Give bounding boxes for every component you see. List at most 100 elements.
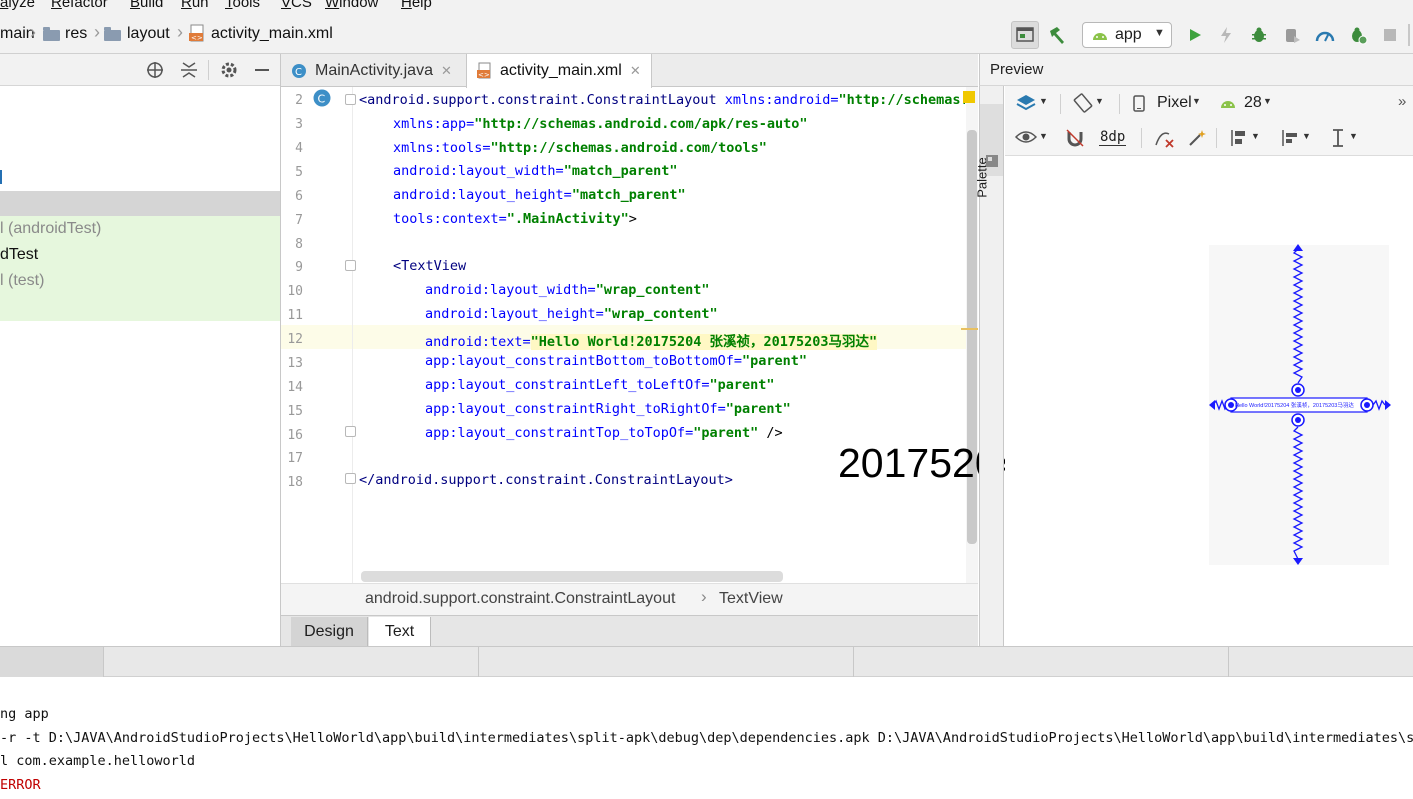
tab-divider xyxy=(103,647,104,677)
api-level-selector[interactable]: 28 xyxy=(1244,94,1262,112)
make-project-button[interactable] xyxy=(1043,21,1071,49)
scroll-marker xyxy=(961,328,978,330)
tree-row-android-test[interactable]: l (androidTest) xyxy=(0,216,280,242)
horizontal-scrollbar-thumb[interactable] xyxy=(361,571,783,582)
console-line: ng app xyxy=(0,706,49,722)
apply-changes-button[interactable] xyxy=(1212,21,1240,49)
menu-bar: alyze Refactor Build Run Tools VCS Windo… xyxy=(0,0,1413,16)
tree-row-selected[interactable] xyxy=(0,191,280,217)
menu-refactor[interactable]: Refactor xyxy=(51,0,108,11)
play-icon xyxy=(1190,29,1201,41)
pack-icon[interactable] xyxy=(1229,128,1249,148)
line-number: 9 xyxy=(295,260,303,275)
line-number: 6 xyxy=(295,189,303,204)
crosshair-icon[interactable] xyxy=(146,61,164,79)
debug-button[interactable] xyxy=(1245,21,1273,49)
code-line-11: android:layout_height="wrap_content" xyxy=(425,306,718,322)
guidelines-icon[interactable] xyxy=(1331,128,1345,148)
clear-constraints-icon[interactable] xyxy=(1153,128,1175,148)
line-number: 2 xyxy=(295,93,303,108)
breadcrumb-textview[interactable]: TextView xyxy=(719,590,783,608)
debug-android-button[interactable] xyxy=(1344,21,1372,49)
code-line-15: app:layout_constraintRight_toRightOf="pa… xyxy=(425,401,791,417)
menu-build[interactable]: Build xyxy=(130,0,163,11)
layers-icon[interactable] xyxy=(1015,93,1037,113)
default-margin-selector[interactable]: 8dp xyxy=(1099,129,1127,146)
phone-icon xyxy=(1133,95,1145,112)
chevron-down-icon: ▼ xyxy=(1039,96,1048,106)
magic-wand-icon[interactable] xyxy=(1187,128,1207,148)
line-number: 3 xyxy=(295,117,303,132)
code-line-4: xmlns:tools="http://schemas.android.com/… xyxy=(393,140,767,156)
close-icon[interactable]: ✕ xyxy=(630,63,641,79)
breadcrumb-file[interactable]: activity_main.xml xyxy=(211,25,333,43)
chevron-down-icon: ▼ xyxy=(1154,27,1165,39)
layout-editor-toggle-button[interactable] xyxy=(1011,21,1039,49)
preview-toolbar-top: ▼ ▼ Pixel ▼ 28 ▼ » xyxy=(1005,86,1413,120)
class-gutter-icon[interactable]: C xyxy=(313,89,331,107)
anchor-left-dot xyxy=(1228,402,1234,408)
code-line-2: <android.support.constraint.ConstraintLa… xyxy=(359,92,965,108)
breadcrumb-res[interactable]: res xyxy=(65,25,87,43)
project-panel-toolbar xyxy=(0,54,280,86)
chevron-down-icon: ▼ xyxy=(1095,96,1104,106)
warning-marker[interactable] xyxy=(963,91,975,103)
bottom-constraint-spring xyxy=(1292,426,1304,560)
rotate-device-icon[interactable] xyxy=(1073,93,1093,113)
attach-debugger-button[interactable] xyxy=(1278,21,1306,49)
chevron-down-icon: ▼ xyxy=(1251,131,1260,141)
chevron-down-icon: ▼ xyxy=(1349,131,1358,141)
menu-window[interactable]: Window xyxy=(325,0,378,11)
gauge-icon xyxy=(1315,31,1335,42)
profile-button[interactable] xyxy=(1311,21,1339,49)
tab-main-activity[interactable]: C MainActivity.java ✕ xyxy=(291,54,452,87)
collapse-all-icon[interactable] xyxy=(180,61,198,79)
line-number: 18 xyxy=(287,475,303,490)
code-editor[interactable]: <android.support.constraint.ConstraintLa… xyxy=(353,87,965,583)
console-error-line: ERROR xyxy=(0,777,41,793)
line-number: 15 xyxy=(287,404,303,419)
code-line-6: android:layout_height="match_parent" xyxy=(393,187,686,203)
arrow-right-icon xyxy=(1385,400,1391,410)
more-icon[interactable]: » xyxy=(1398,93,1406,110)
line-number: 13 xyxy=(287,356,303,371)
menu-help[interactable]: Help xyxy=(401,0,432,11)
close-icon[interactable]: ✕ xyxy=(441,63,452,79)
textview-preview-text: Hello World!20175204 张溪祯，20175203马羽达 xyxy=(1235,403,1354,409)
gear-icon[interactable] xyxy=(220,61,238,79)
eye-icon[interactable] xyxy=(1015,129,1037,145)
svg-text:<>: <> xyxy=(478,71,490,79)
menu-tools[interactable]: Tools xyxy=(225,0,260,11)
breadcrumb-constraint-layout[interactable]: android.support.constraint.ConstraintLay… xyxy=(365,590,675,608)
java-class-icon: C xyxy=(292,63,306,78)
code-line-3: xmlns:app="http://schemas.android.com/ap… xyxy=(393,116,808,132)
menu-vcs[interactable]: VCS xyxy=(281,0,312,11)
anchor-top-dot xyxy=(1295,387,1301,393)
tab-text[interactable]: Text xyxy=(369,617,431,647)
arrow-left-icon xyxy=(1209,400,1215,410)
magnet-off-icon[interactable] xyxy=(1065,128,1085,148)
tab-activity-main[interactable]: <> activity_main.xml ✕ xyxy=(466,54,652,88)
tab-design[interactable]: Design xyxy=(291,617,368,647)
svg-text:<>: <> xyxy=(191,34,203,42)
align-icon[interactable] xyxy=(1280,128,1300,148)
run-console[interactable]: ng app -r -t D:\JAVA\AndroidStudioProjec… xyxy=(0,677,1413,799)
active-run-tab[interactable] xyxy=(0,647,103,677)
device-selector[interactable]: Pixel xyxy=(1157,94,1192,112)
menu-run[interactable]: Run xyxy=(181,0,209,11)
tree-row-dtest[interactable]: dTest xyxy=(0,242,280,268)
run-button[interactable] xyxy=(1181,21,1209,49)
toolbar-divider xyxy=(1408,24,1410,46)
tab-divider xyxy=(478,647,479,677)
menu-analyze[interactable]: alyze xyxy=(0,0,35,11)
minimize-icon[interactable] xyxy=(254,61,270,79)
breadcrumb-layout[interactable]: layout xyxy=(127,25,170,43)
android-icon xyxy=(1221,101,1235,108)
line-number: 4 xyxy=(295,141,303,156)
stop-button[interactable] xyxy=(1376,21,1404,49)
line-number: 7 xyxy=(295,213,303,228)
run-config-dropdown[interactable]: app ▼ xyxy=(1082,22,1172,48)
tree-row-test[interactable]: l (test) xyxy=(0,268,280,321)
toolbar-divider xyxy=(208,60,209,80)
code-line-14: app:layout_constraintLeft_toLeftOf="pare… xyxy=(425,377,775,393)
